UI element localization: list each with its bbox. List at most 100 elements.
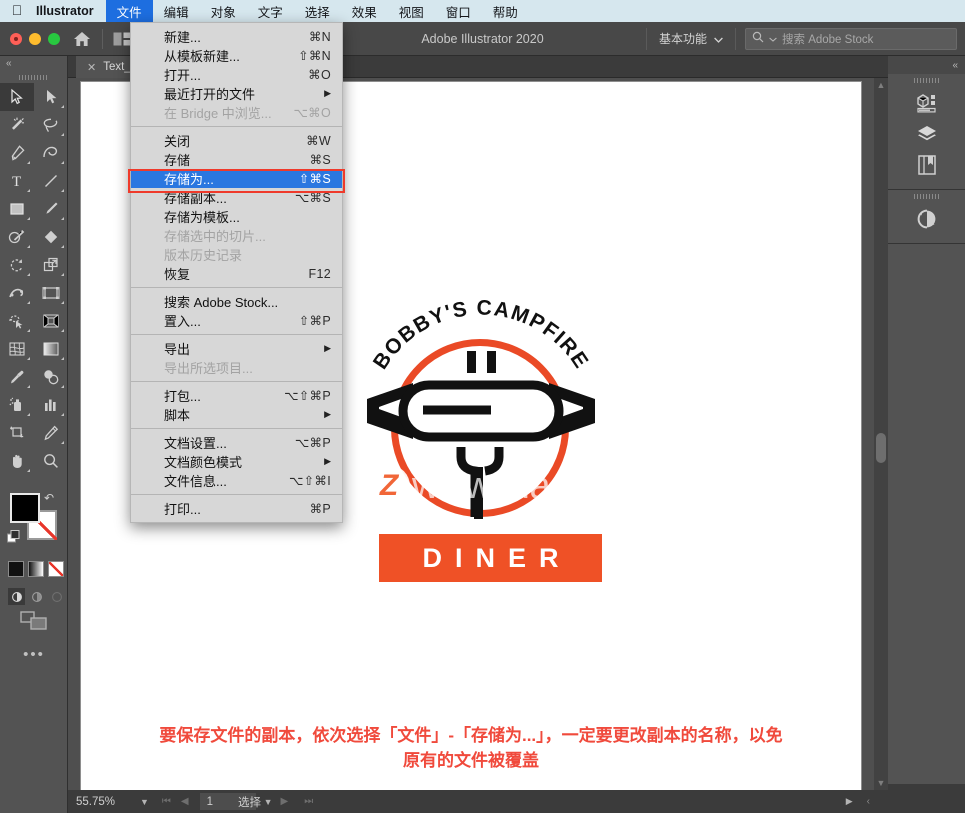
menu-edit[interactable]: 编辑 xyxy=(153,0,200,23)
vertical-scrollbar[interactable]: ▲ ▼ xyxy=(874,78,888,790)
minimize-window-button[interactable] xyxy=(29,32,41,45)
file-menu-item[interactable]: 存储 ⌘S xyxy=(131,150,342,169)
zoom-level-value[interactable]: 55.75% xyxy=(68,796,132,808)
hand-tool[interactable] xyxy=(0,447,34,475)
menu-object[interactable]: 对象 xyxy=(200,0,247,23)
menu-effect[interactable]: 效果 xyxy=(341,0,388,23)
status-menu-icon[interactable]: ▶ xyxy=(846,796,853,807)
pen-tool[interactable] xyxy=(0,139,34,167)
layers-panel-icon[interactable] xyxy=(888,118,965,149)
slice-tool[interactable] xyxy=(34,419,68,447)
file-menu-item[interactable]: 导出 ▶ xyxy=(131,339,342,358)
next-artboard-icon[interactable]: ▶ xyxy=(281,796,300,807)
first-artboard-icon[interactable]: ⏮ xyxy=(157,796,181,807)
symbol-sprayer-tool[interactable] xyxy=(0,391,34,419)
workspace-switcher[interactable]: 基本功能 xyxy=(647,30,735,47)
scroll-up-icon[interactable]: ▲ xyxy=(874,80,888,90)
gradient-swatch[interactable] xyxy=(28,561,44,577)
panel-grip[interactable] xyxy=(888,74,965,87)
menu-window[interactable]: 窗口 xyxy=(435,0,482,23)
edit-toolbar-icon[interactable] xyxy=(0,611,68,636)
last-artboard-icon[interactable]: ⏭ xyxy=(299,796,323,807)
zoom-chevron-down-icon[interactable]: ▼ xyxy=(132,797,157,807)
menu-file[interactable]: 文件 xyxy=(105,0,153,23)
file-menu-item[interactable]: 文档颜色模式 ▶ xyxy=(131,452,342,471)
free-transform-tool[interactable] xyxy=(34,279,68,307)
zoom-tool[interactable] xyxy=(34,447,68,475)
apple-icon[interactable]:  xyxy=(0,3,34,19)
artboard-tool[interactable] xyxy=(0,419,34,447)
file-menu-item[interactable]: 打包... ⌥⇧⌘P xyxy=(131,386,342,405)
menu-view[interactable]: 视图 xyxy=(388,0,435,23)
collapse-panel-icon[interactable]: « xyxy=(0,56,67,71)
shape-builder-tool[interactable] xyxy=(0,307,34,335)
width-tool[interactable] xyxy=(0,279,34,307)
logo-artwork[interactable]: BOBBY'S CAMPFIRE DINER xyxy=(361,287,602,582)
file-menu-item[interactable]: 打开... ⌘O xyxy=(131,65,342,84)
file-menu-item[interactable]: 最近打开的文件 ▶ xyxy=(131,84,342,103)
vertical-scroll-thumb[interactable] xyxy=(876,433,886,463)
full-screen-mode-icon[interactable] xyxy=(48,588,65,605)
line-segment-tool[interactable] xyxy=(34,167,68,195)
swap-fill-stroke-icon[interactable]: ↶ xyxy=(44,491,54,505)
file-menu-item[interactable]: 打印... ⌘P xyxy=(131,499,342,518)
selection-tool[interactable] xyxy=(0,83,34,111)
file-menu-dropdown[interactable]: 新建... ⌘N 从模板新建... ⇧⌘N 打开... ⌘O 最近打开的文件 ▶ 在 Bridg… xyxy=(130,22,343,523)
lasso-tool[interactable] xyxy=(34,111,68,139)
direct-selection-tool[interactable] xyxy=(34,83,68,111)
fill-swatch[interactable] xyxy=(10,493,40,523)
properties-panel-icon[interactable] xyxy=(888,87,965,118)
scroll-down-icon[interactable]: ▼ xyxy=(874,778,888,788)
libraries-panel-icon[interactable] xyxy=(888,149,965,180)
file-menu-item[interactable]: 搜索 Adobe Stock... xyxy=(131,292,342,311)
file-menu-item[interactable]: 存储为模板... xyxy=(131,207,342,226)
file-menu-item[interactable]: 存储副本... ⌥⌘S xyxy=(131,188,342,207)
default-fill-stroke-icon[interactable] xyxy=(7,530,21,549)
close-icon[interactable]: ✕ xyxy=(87,61,96,74)
shaper-tool[interactable] xyxy=(0,223,34,251)
app-name-label[interactable]: Illustrator xyxy=(34,4,106,18)
column-graph-tool[interactable] xyxy=(34,391,68,419)
resize-grip-icon[interactable]: ‹ xyxy=(867,796,870,807)
file-menu-item[interactable]: 存储为... ⇧⌘S xyxy=(131,169,342,188)
blend-tool[interactable] xyxy=(34,363,68,391)
perspective-grid-tool[interactable] xyxy=(34,307,68,335)
gradient-tool[interactable] xyxy=(34,335,68,363)
stock-search-input[interactable]: 搜索 Adobe Stock xyxy=(745,27,957,50)
menu-type[interactable]: 文字 xyxy=(247,0,294,23)
panel-grip[interactable] xyxy=(888,190,965,203)
file-menu-item[interactable]: 文件信息... ⌥⇧⌘I xyxy=(131,471,342,490)
eraser-tool[interactable] xyxy=(34,223,68,251)
close-window-button[interactable] xyxy=(10,32,22,45)
menu-help[interactable]: 帮助 xyxy=(482,0,529,23)
recolor-artwork-panel-icon[interactable] xyxy=(888,203,965,234)
more-options-icon[interactable]: ••• xyxy=(0,646,68,663)
eyedropper-tool[interactable] xyxy=(0,363,34,391)
panel-grip[interactable] xyxy=(0,71,67,83)
file-menu-item-shortcut: ⌘N xyxy=(308,30,331,44)
file-menu-item[interactable]: 新建... ⌘N xyxy=(131,27,342,46)
collapse-panel-icon[interactable]: « xyxy=(888,56,965,74)
file-menu-item[interactable]: 置入... ⇧⌘P xyxy=(131,311,342,330)
color-swatch[interactable] xyxy=(8,561,24,577)
paintbrush-tool[interactable] xyxy=(34,195,68,223)
full-screen-menubar-mode-icon[interactable] xyxy=(28,588,45,605)
magic-wand-tool[interactable] xyxy=(0,111,34,139)
menu-select[interactable]: 选择 xyxy=(294,0,341,23)
mesh-tool[interactable] xyxy=(0,335,34,363)
file-menu-item[interactable]: 文档设置... ⌥⌘P xyxy=(131,433,342,452)
type-tool[interactable]: T xyxy=(0,167,34,195)
maximize-window-button[interactable] xyxy=(48,32,60,45)
scale-tool[interactable] xyxy=(34,251,68,279)
none-swatch[interactable] xyxy=(48,561,64,577)
rotate-tool[interactable] xyxy=(0,251,34,279)
prev-artboard-icon[interactable]: ◀ xyxy=(181,796,200,807)
curvature-tool[interactable] xyxy=(34,139,68,167)
file-menu-item[interactable]: 关闭 ⌘W xyxy=(131,131,342,150)
file-menu-item[interactable]: 恢复 F12 xyxy=(131,264,342,283)
rectangle-tool[interactable] xyxy=(0,195,34,223)
normal-screen-mode-icon[interactable] xyxy=(8,588,25,605)
file-menu-item[interactable]: 从模板新建... ⇧⌘N xyxy=(131,46,342,65)
home-icon[interactable] xyxy=(72,29,92,49)
file-menu-item[interactable]: 脚本 ▶ xyxy=(131,405,342,424)
